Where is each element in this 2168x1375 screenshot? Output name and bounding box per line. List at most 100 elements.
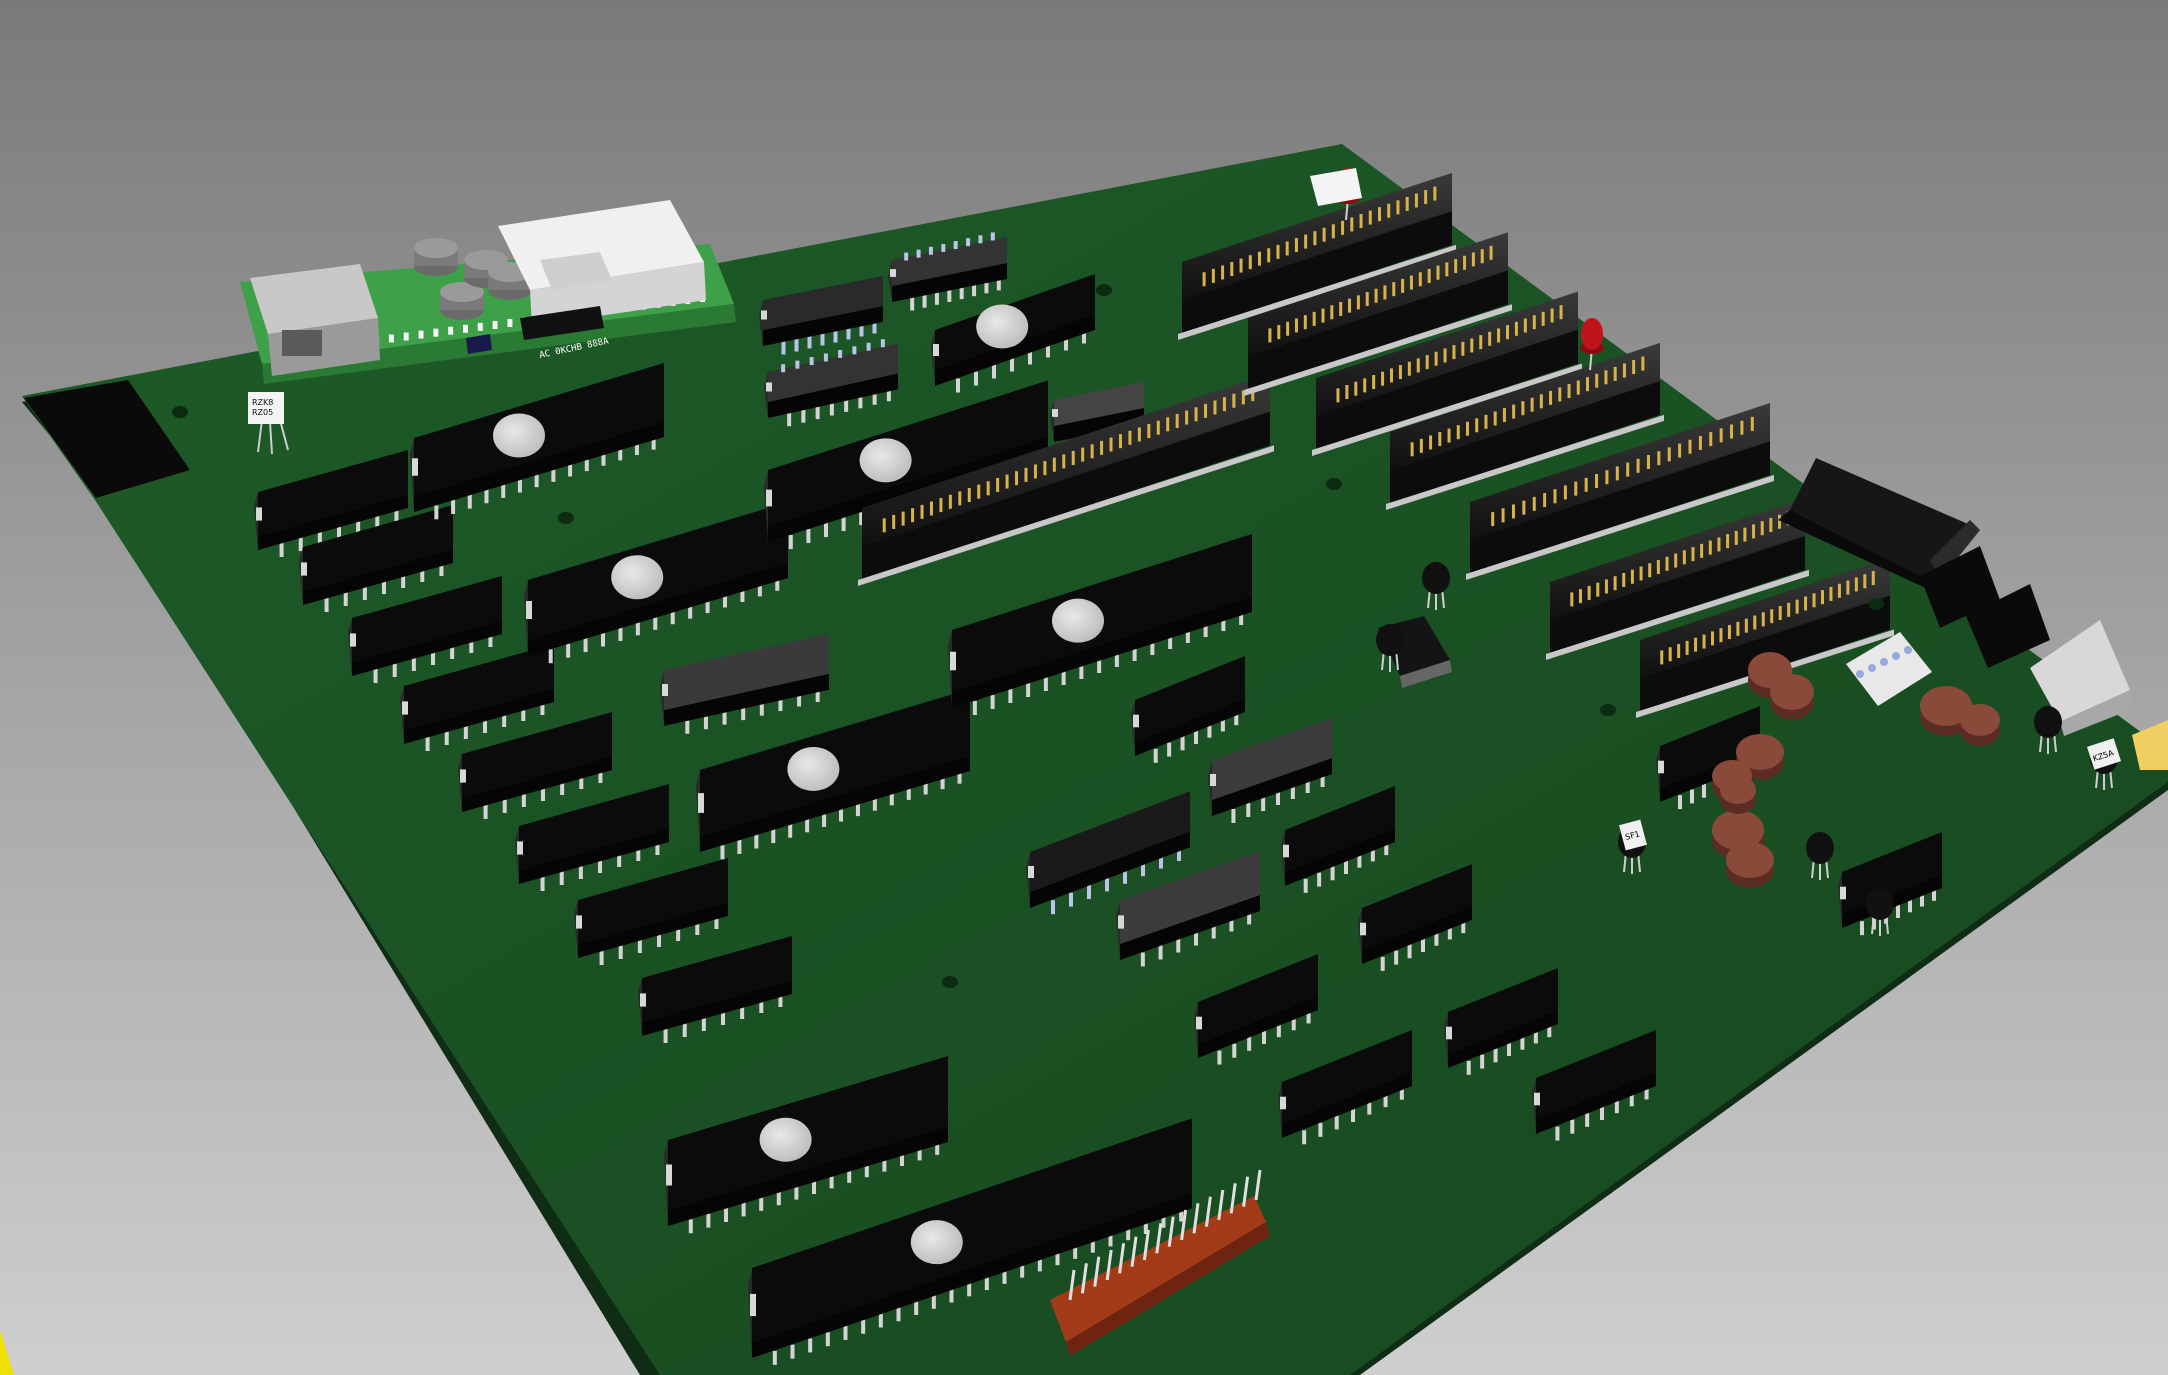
slot-contact: [1489, 245, 1493, 260]
slot-contact: [1484, 414, 1488, 429]
slot-contact: [1711, 631, 1714, 646]
slot-contact: [892, 514, 896, 529]
slot-contact: [1753, 615, 1757, 630]
chip-pin: [559, 871, 564, 885]
resistor-pack-9[interactable]: [1720, 776, 1756, 814]
chip-pin: [1302, 1130, 1307, 1145]
chip-pin: [583, 638, 588, 653]
chip-pin: [772, 1350, 777, 1365]
via-hole: [1096, 284, 1112, 296]
chip-pin: [467, 494, 472, 509]
slot-contact: [1709, 432, 1713, 447]
slot-contact: [1613, 576, 1617, 591]
slot-contact: [1396, 200, 1400, 215]
slot-contact: [986, 481, 990, 496]
slot-contact: [1821, 590, 1824, 605]
resistor-pack-2[interactable]: [1770, 674, 1814, 720]
chip-notch: [698, 793, 704, 813]
eprom-window: [787, 746, 840, 791]
chip-pin: [824, 523, 828, 538]
slot-contact: [1313, 231, 1317, 246]
slot-contact: [1419, 438, 1423, 453]
chip-notch: [301, 562, 307, 576]
slot-contact: [1506, 325, 1509, 340]
slot-contact: [1429, 435, 1433, 450]
eprom-window: [910, 1220, 963, 1265]
chip-pin-top: [781, 364, 786, 373]
chip-pin: [463, 725, 468, 739]
slot-contact: [1461, 341, 1465, 356]
chip-pin: [1008, 689, 1013, 703]
slot-contact: [1466, 421, 1469, 436]
slot-contact: [1688, 439, 1692, 454]
chip-notch: [1658, 760, 1664, 774]
chip-pin: [910, 296, 915, 311]
slot-contact: [1550, 308, 1554, 323]
slot-contact: [1665, 556, 1669, 571]
slot-contact: [1405, 196, 1409, 211]
slot-contact: [1613, 366, 1617, 381]
slot-contact: [1804, 596, 1808, 611]
chip-pin: [1246, 803, 1251, 817]
slot-contact: [1398, 365, 1402, 380]
slot-contact: [1211, 268, 1215, 283]
chip-pin: [931, 1294, 936, 1309]
chip-notch: [766, 382, 772, 392]
slot-contact: [1829, 586, 1833, 601]
slot-contact: [1678, 443, 1682, 458]
slot-contact: [1750, 416, 1754, 431]
chip-pin: [1026, 683, 1031, 697]
chip-pin: [540, 877, 545, 891]
chip-pin: [682, 1023, 687, 1037]
transistor-body: [1866, 888, 1894, 920]
slot-contact: [1522, 500, 1526, 515]
slot-contact: [1493, 411, 1497, 426]
slot-contact: [1409, 275, 1413, 290]
chip-pin: [548, 649, 553, 664]
slot-contact: [1691, 547, 1695, 562]
chip-notch: [576, 915, 582, 929]
chip-pin: [771, 829, 776, 844]
chip-notch: [1840, 886, 1846, 900]
slot-contact: [1622, 363, 1626, 378]
slot-contact: [1778, 605, 1782, 620]
slot-contact: [1175, 413, 1179, 428]
slot-contact: [1222, 397, 1226, 412]
slot-contact: [1539, 394, 1543, 409]
chip-pin: [1176, 938, 1181, 953]
slot-contact: [1667, 447, 1671, 462]
chip-notch: [1280, 1096, 1286, 1110]
slot-contact: [1452, 345, 1456, 360]
slot-contact: [1470, 338, 1474, 353]
chip-notch: [761, 310, 767, 320]
chip-pin: [808, 1338, 813, 1353]
slot-contact: [1341, 220, 1345, 235]
transistor-body: [1422, 562, 1450, 594]
chip-pin: [805, 818, 810, 833]
chip-pin: [451, 499, 456, 514]
slot-contact: [1532, 315, 1536, 330]
3d-pcb-viewport[interactable]: SF1 KZ5A RZK8 RZ05 AC 0KCHB 888A: [0, 0, 2168, 1375]
slot-contact: [1543, 493, 1547, 508]
resistor-pack-6[interactable]: [1726, 842, 1774, 888]
chip-pin: [922, 293, 927, 308]
slot-contact: [1567, 384, 1571, 399]
slot-contact: [1090, 444, 1094, 459]
chip-pin: [1380, 956, 1385, 971]
pcb-3d-scene[interactable]: SF1KZ5ARZK8RZ05 AC 0KCHB 888A: [0, 0, 2168, 1375]
chip-notch: [933, 344, 939, 356]
slot-contact: [1730, 424, 1734, 439]
slot-contact: [1549, 390, 1553, 405]
chip-pin: [1061, 671, 1066, 685]
chip-pin: [324, 598, 329, 612]
mounting-hole: [39, 403, 53, 417]
slot-contact: [1204, 403, 1208, 418]
chip-notch: [1028, 866, 1034, 878]
slot-contact: [1726, 534, 1730, 549]
slot-contact: [1128, 430, 1132, 445]
chip-notch: [950, 651, 956, 671]
chip-pin: [566, 643, 571, 658]
module-pin: [418, 330, 424, 339]
resistor-pack-8[interactable]: [1960, 704, 2000, 746]
slot-contact: [1248, 255, 1252, 270]
